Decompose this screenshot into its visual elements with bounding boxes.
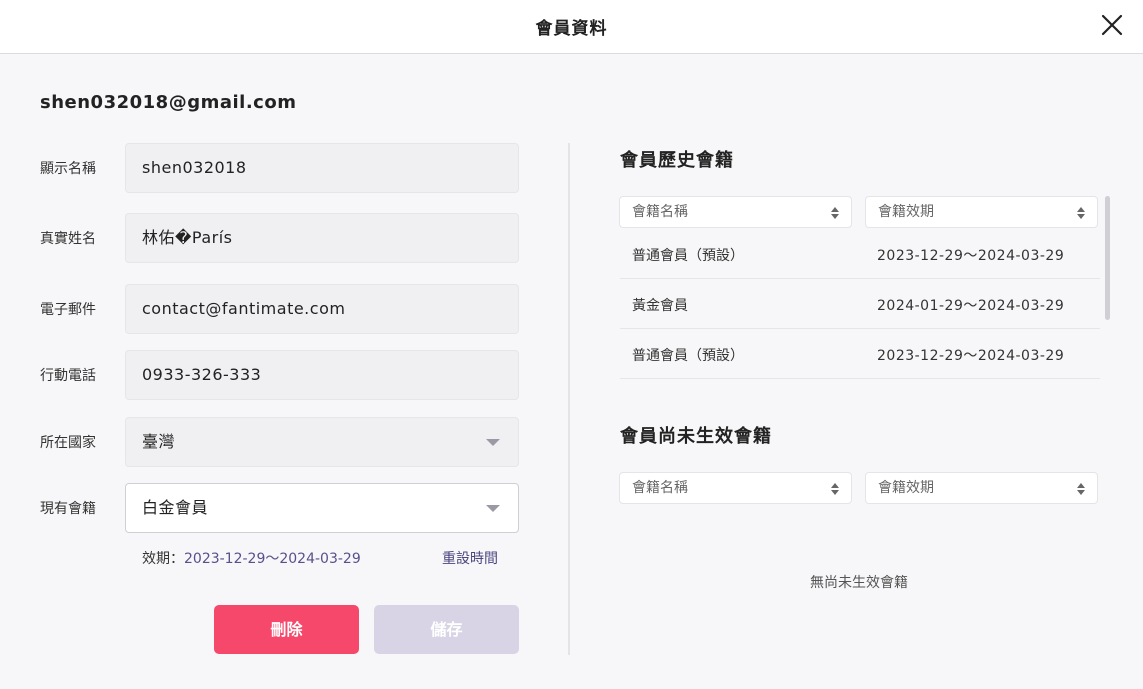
display-name-input[interactable]: shen032018 <box>125 143 519 193</box>
sort-icon <box>831 483 839 495</box>
real-name-row: 真實姓名 林佑�París <box>40 213 519 263</box>
row-membership-name: 普通會員（預設） <box>632 348 744 364</box>
country-row: 所在國家 臺灣 <box>40 417 519 467</box>
history-scrollbar[interactable] <box>1105 196 1110 320</box>
email-row: 電子郵件 contact@fantimate.com <box>40 284 519 334</box>
phone-input[interactable]: 0933-326-333 <box>125 350 519 400</box>
caret-down-icon <box>486 505 500 512</box>
sort-icon <box>831 207 839 219</box>
modal-title: 會員資料 <box>535 19 608 39</box>
phone-row: 行動電話 0933-326-333 <box>40 350 519 400</box>
phone-label: 行動電話 <box>40 368 96 384</box>
close-icon <box>1101 14 1123 36</box>
membership-select-value: 白金會員 <box>142 498 209 517</box>
save-button[interactable]: 儲存 <box>374 605 519 654</box>
table-row: 普通會員（預設） 2023-12-29～2024-03-29 <box>620 329 1100 379</box>
validity-label: 效期： <box>142 551 184 567</box>
membership-validity: 效期：2023-12-29～2024-03-29 <box>142 548 361 568</box>
history-col-name-header[interactable]: 會籍名稱 <box>619 196 852 228</box>
modal-header: 會員資料 <box>0 0 1143 54</box>
country-label: 所在國家 <box>40 435 96 451</box>
table-row: 黃金會員 2024-01-29～2024-03-29 <box>620 279 1100 329</box>
email-label: 電子郵件 <box>40 302 96 318</box>
column-divider <box>568 143 570 655</box>
history-col-period-label: 會籍效期 <box>878 204 934 220</box>
table-row: 普通會員（預設） 2023-12-29～2024-03-29 <box>620 229 1100 279</box>
sort-icon <box>1077 483 1085 495</box>
real-name-label: 真實姓名 <box>40 231 96 247</box>
membership-row: 現有會籍 白金會員 <box>40 483 519 533</box>
sort-icon <box>1077 207 1085 219</box>
history-col-period-header[interactable]: 會籍效期 <box>865 196 1098 228</box>
country-select-value: 臺灣 <box>142 432 176 451</box>
real-name-input[interactable]: 林佑�París <box>125 213 519 263</box>
membership-select[interactable]: 白金會員 <box>125 483 519 533</box>
row-membership-name: 普通會員（預設） <box>632 248 744 264</box>
validity-value: 2023-12-29～2024-03-29 <box>184 551 361 567</box>
email-input[interactable]: contact@fantimate.com <box>125 284 519 334</box>
country-select[interactable]: 臺灣 <box>125 417 519 467</box>
history-section-title: 會員歷史會籍 <box>620 150 734 171</box>
row-membership-name: 黃金會員 <box>632 298 688 314</box>
delete-button[interactable]: 刪除 <box>214 605 359 654</box>
row-membership-period: 2024-01-29～2024-03-29 <box>877 298 1065 314</box>
display-name-label: 顯示名稱 <box>40 161 96 177</box>
pending-section-title: 會員尚未生效會籍 <box>620 426 772 447</box>
reset-time-link[interactable]: 重設時間 <box>442 548 498 568</box>
caret-down-icon <box>486 439 500 446</box>
row-membership-period: 2023-12-29～2024-03-29 <box>877 248 1065 264</box>
history-col-name-label: 會籍名稱 <box>632 204 688 220</box>
member-email-heading: shen032018@gmail.com <box>40 92 297 113</box>
pending-col-period-label: 會籍效期 <box>878 480 934 496</box>
pending-col-period-header[interactable]: 會籍效期 <box>865 472 1098 504</box>
pending-col-name-label: 會籍名稱 <box>632 480 688 496</box>
close-button[interactable] <box>1097 10 1127 40</box>
membership-label: 現有會籍 <box>40 501 96 517</box>
pending-col-name-header[interactable]: 會籍名稱 <box>619 472 852 504</box>
display-name-row: 顯示名稱 shen032018 <box>40 143 519 193</box>
pending-empty-text: 無尚未生效會籍 <box>810 575 908 591</box>
row-membership-period: 2023-12-29～2024-03-29 <box>877 348 1065 364</box>
